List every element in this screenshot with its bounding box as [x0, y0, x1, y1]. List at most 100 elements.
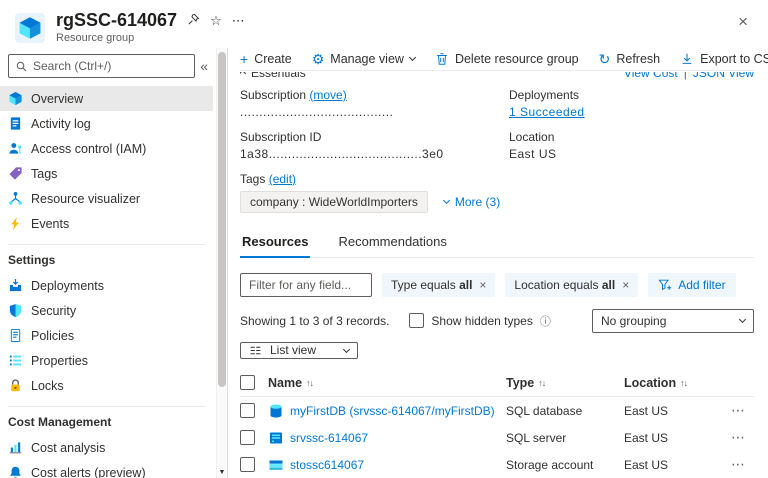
create-button[interactable]: + Create: [240, 52, 292, 66]
resource-link[interactable]: srvssc-614067: [290, 431, 506, 445]
column-header-name[interactable]: Name↑↓: [268, 376, 506, 390]
delete-resource-group-button[interactable]: Delete resource group: [435, 52, 579, 66]
activity-log-icon: [8, 116, 23, 131]
resource-link[interactable]: myFirstDB (srvssc-614067/myFirstDB): [290, 404, 506, 418]
essentials-toggle[interactable]: Essentials: [240, 72, 306, 80]
sidebar-item-policies[interactable]: Policies: [0, 323, 213, 348]
sidebar-item-locks[interactable]: Locks: [0, 373, 213, 398]
create-label: Create: [254, 52, 292, 66]
page-title: rgSSC-614067: [56, 10, 177, 31]
sidebar-scrollbar[interactable]: ▼: [216, 48, 227, 478]
resources-table: Name↑↓ Type↑↓ Location↑↓ myFirstDB (srvs…: [240, 369, 754, 478]
column-header-location[interactable]: Location↑↓: [624, 376, 722, 390]
grouping-dropdown[interactable]: No grouping: [592, 309, 754, 333]
scrollbar-thumb[interactable]: [218, 52, 226, 387]
sidebar-item-cost-alerts[interactable]: Cost alerts (preview): [0, 460, 213, 478]
sidebar-search-row: «: [0, 54, 213, 86]
json-view-link[interactable]: JSON View: [693, 72, 754, 80]
subscription-move-link[interactable]: (move): [309, 88, 346, 102]
resource-link[interactable]: stossc614067: [290, 458, 506, 472]
refresh-icon: ↻: [599, 52, 611, 66]
show-hidden-types-checkbox[interactable]: [409, 313, 424, 328]
add-filter-button[interactable]: Add filter: [648, 273, 735, 297]
deployments-succeeded-link[interactable]: 1 Succeeded: [509, 105, 585, 119]
tab-resources[interactable]: Resources: [240, 229, 310, 258]
plus-icon: +: [240, 52, 248, 66]
security-shield-icon: [8, 303, 23, 318]
lock-icon: [8, 378, 23, 393]
pill-close-icon[interactable]: ×: [622, 278, 629, 292]
sidebar-item-label: Events: [31, 217, 69, 231]
resource-location: East US: [624, 404, 722, 418]
export-to-csv-button[interactable]: Export to CSV: [680, 52, 768, 66]
sidebar-section-settings: Settings: [0, 245, 213, 273]
sort-icon: ↑↓: [306, 378, 313, 388]
sql-database-icon: [268, 403, 284, 419]
row-actions-icon[interactable]: ⋯: [722, 456, 754, 473]
close-icon[interactable]: ×: [732, 10, 754, 34]
sidebar-item-overview[interactable]: Overview: [0, 86, 213, 111]
column-header-type[interactable]: Type↑↓: [506, 376, 624, 390]
location-label: Location: [509, 130, 754, 144]
sidebar-item-resource-visualizer[interactable]: Resource visualizer: [0, 186, 213, 211]
field-subscription: Subscription (move) ....................…: [240, 88, 493, 119]
events-icon: [8, 216, 23, 231]
info-icon[interactable]: ⓘ: [540, 313, 551, 329]
tab-recommendations[interactable]: Recommendations: [336, 229, 448, 257]
tags-more-link[interactable]: More (3): [444, 195, 500, 209]
pin-icon[interactable]: [187, 13, 200, 28]
pill-label: Type equals all: [391, 278, 472, 292]
sidebar-item-label: Deployments: [31, 279, 104, 293]
cost-analysis-icon: [8, 440, 23, 455]
azure-portal-blade: rgSSC-614067 ☆ ⋯ Resource group ×: [0, 0, 768, 478]
sidebar-item-tags[interactable]: Tags: [0, 161, 213, 186]
tag-chip[interactable]: company : WideWorldImporters: [240, 191, 428, 213]
view-dropdown[interactable]: List view: [240, 342, 358, 359]
filter-pill-location[interactable]: Location equals all ×: [505, 273, 638, 297]
sidebar-item-events[interactable]: Events: [0, 211, 213, 236]
pill-close-icon[interactable]: ×: [479, 278, 486, 292]
sidebar-item-access-control[interactable]: Access control (IAM): [0, 136, 213, 161]
tags-icon: [8, 166, 23, 181]
sidebar-collapse-button[interactable]: «: [197, 58, 211, 74]
filter-input[interactable]: [240, 273, 372, 297]
add-filter-funnel-icon: [658, 278, 672, 292]
export-label: Export to CSV: [700, 52, 768, 66]
trash-icon: [435, 52, 449, 66]
scrollbar-down-arrow-icon[interactable]: ▼: [217, 469, 227, 476]
sidebar-item-activity-log[interactable]: Activity log: [0, 111, 213, 136]
chevron-down-icon: [443, 197, 450, 204]
records-row: Showing 1 to 3 of 3 records. Show hidden…: [240, 309, 754, 333]
field-subscription-id: Subscription ID 1a38....................…: [240, 130, 493, 161]
chevron-down-icon: [409, 54, 416, 61]
favorite-star-icon[interactable]: ☆: [210, 14, 222, 27]
sidebar-item-cost-analysis[interactable]: Cost analysis: [0, 435, 213, 460]
download-icon: [680, 52, 694, 66]
sidebar-search-input[interactable]: [33, 59, 188, 73]
table-header-row: Name↑↓ Type↑↓ Location↑↓: [240, 369, 754, 397]
manage-view-label: Manage view: [330, 52, 404, 66]
tab-bar: Resources Recommendations: [240, 229, 754, 258]
row-actions-icon[interactable]: ⋯: [722, 402, 754, 419]
filter-pill-type[interactable]: Type equals all ×: [382, 273, 495, 297]
sidebar-item-security[interactable]: Security: [0, 298, 213, 323]
refresh-button[interactable]: ↻ Refresh: [599, 52, 661, 66]
sidebar-item-label: Policies: [31, 329, 74, 343]
resource-type: SQL server: [506, 431, 624, 445]
view-cost-link[interactable]: View Cost: [624, 72, 678, 80]
tags-edit-link[interactable]: (edit): [269, 172, 296, 186]
header-more-icon[interactable]: ⋯: [232, 14, 245, 27]
row-checkbox[interactable]: [240, 403, 255, 418]
row-actions-icon[interactable]: ⋯: [722, 429, 754, 446]
row-checkbox[interactable]: [240, 457, 255, 472]
select-all-checkbox[interactable]: [240, 375, 255, 390]
row-checkbox[interactable]: [240, 430, 255, 445]
resource-group-icon: [14, 12, 46, 44]
subscription-value: ........................................: [240, 105, 493, 119]
sidebar-item-deployments[interactable]: Deployments: [0, 273, 213, 298]
refresh-label: Refresh: [616, 52, 660, 66]
sql-server-icon: [268, 430, 284, 446]
table-row: myFirstDB (srvssc-614067/myFirstDB) SQL …: [240, 397, 754, 424]
sidebar-item-properties[interactable]: Properties: [0, 348, 213, 373]
manage-view-button[interactable]: ⚙ Manage view: [312, 52, 415, 66]
